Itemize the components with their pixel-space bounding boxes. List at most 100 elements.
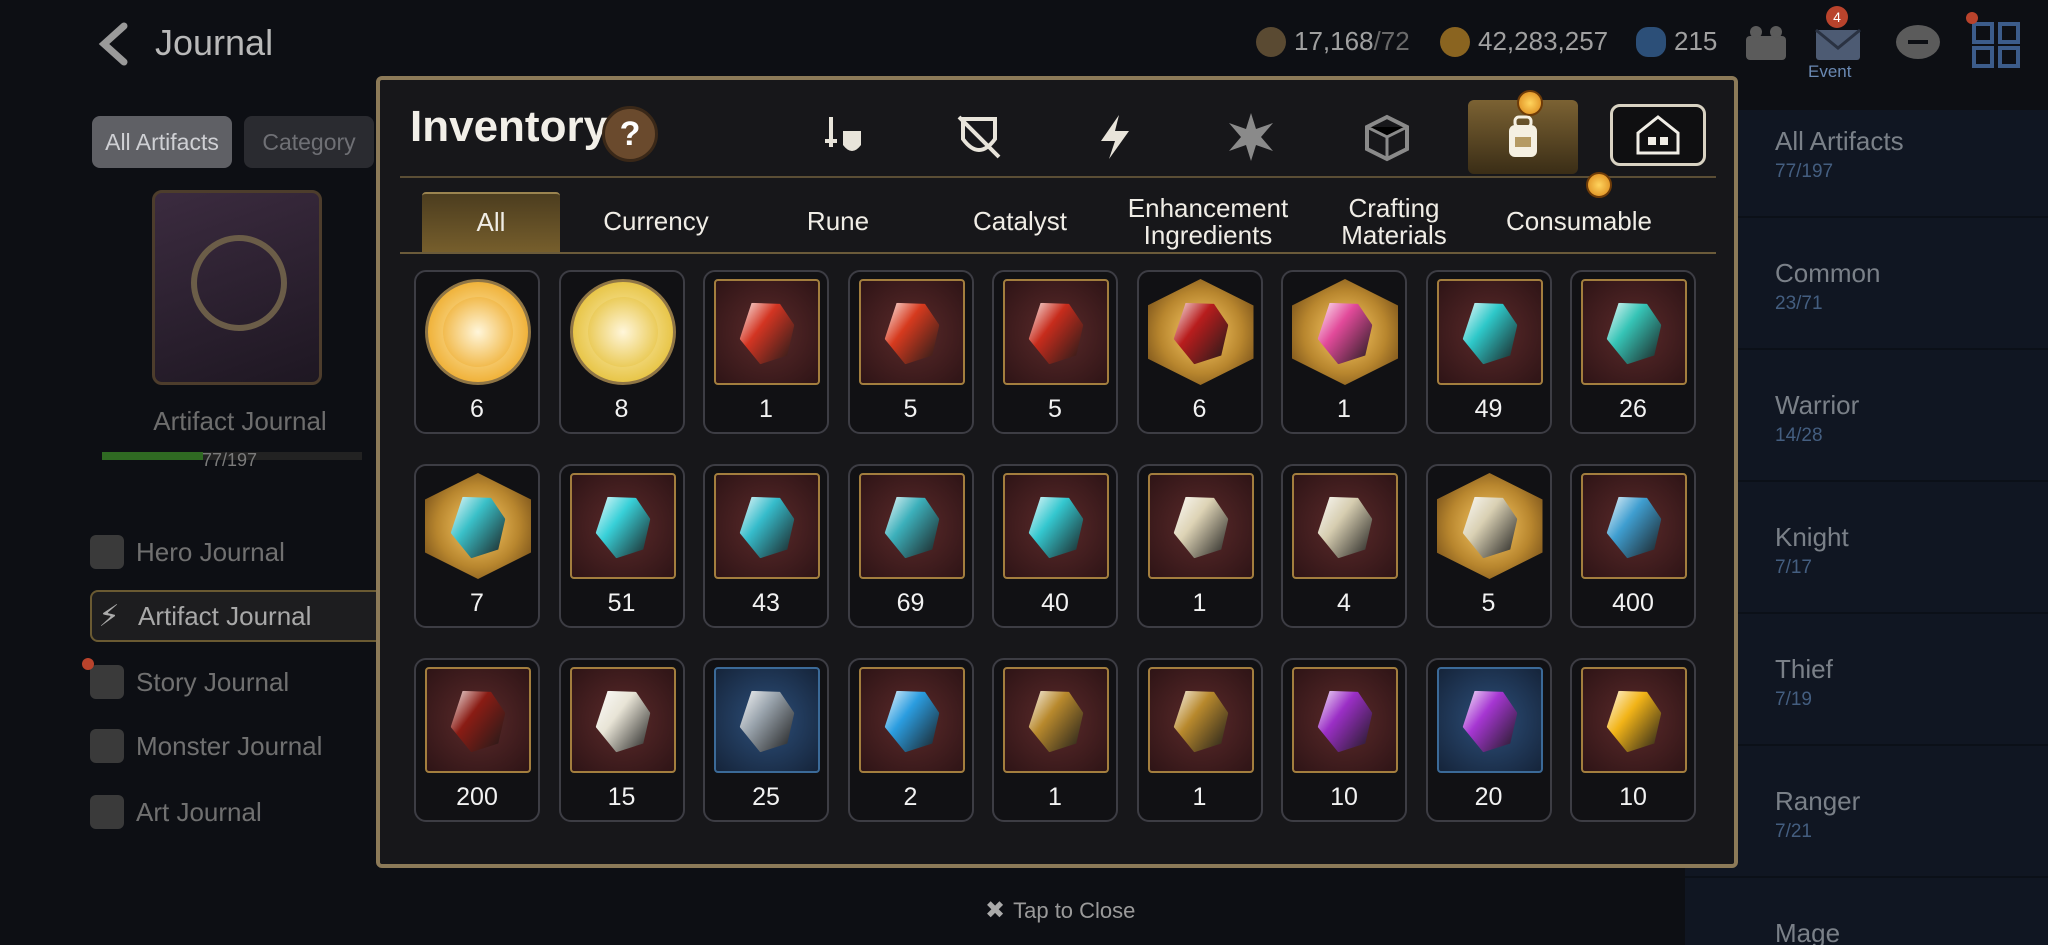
category-knight[interactable]: Knight 7/17 bbox=[1775, 522, 1849, 579]
backpack-notification-dot bbox=[1517, 90, 1543, 116]
inventory-item[interactable]: 20 bbox=[1425, 658, 1552, 822]
inventory-item[interactable]: 6 bbox=[414, 270, 540, 434]
subtab-rune[interactable]: Rune bbox=[752, 192, 924, 252]
red-star-rune-icon bbox=[1147, 279, 1254, 385]
mail-icon[interactable]: 4 Event bbox=[1808, 6, 1864, 81]
lightning-icon[interactable] bbox=[1060, 100, 1170, 174]
inventory-item[interactable]: 200 bbox=[414, 658, 540, 822]
inventory-item[interactable]: 1 bbox=[992, 658, 1118, 822]
red-core-gem-icon bbox=[425, 667, 531, 773]
category-mage[interactable]: Mage bbox=[1775, 918, 1840, 945]
inventory-item[interactable]: 43 bbox=[703, 464, 829, 628]
crystal-icon bbox=[1636, 26, 1666, 57]
red-t-rune-icon bbox=[858, 279, 965, 385]
item-quantity: 43 bbox=[752, 589, 780, 617]
help-button[interactable]: ? bbox=[602, 106, 658, 162]
inventory-item[interactable]: 15 bbox=[558, 658, 685, 822]
tap-to-close[interactable]: ✖ Tap to Close bbox=[985, 896, 1135, 925]
inventory-item[interactable]: 1 bbox=[1136, 658, 1263, 822]
yellow-sword-rune-icon bbox=[1581, 279, 1687, 385]
inventory-item[interactable]: 5 bbox=[1425, 464, 1552, 628]
item-quantity: 1 bbox=[1192, 589, 1207, 617]
cyan-star-rune-icon bbox=[425, 473, 531, 579]
starburst-icon[interactable] bbox=[1196, 100, 1306, 174]
hero-icon bbox=[90, 535, 124, 569]
inventory-item[interactable]: 5 bbox=[847, 270, 974, 434]
gold-icon bbox=[1440, 26, 1470, 57]
item-quantity: 40 bbox=[1041, 589, 1069, 617]
gold-chest-icon bbox=[1003, 667, 1109, 773]
item-quantity: 49 bbox=[1474, 395, 1503, 423]
inventory-item[interactable]: 7 bbox=[414, 464, 540, 628]
category-all-artifacts[interactable]: All Artifacts 77/197 bbox=[1775, 126, 1904, 183]
menu-hero-journal[interactable]: Hero Journal bbox=[90, 526, 390, 578]
inventory-item[interactable]: 6 bbox=[1136, 270, 1263, 434]
crystal-value: 215 bbox=[1674, 26, 1718, 56]
inventory-item[interactable]: 25 bbox=[703, 658, 829, 822]
book-label: Artifact Journal bbox=[153, 406, 327, 436]
inventory-item[interactable]: 10 bbox=[1281, 658, 1407, 822]
category-common[interactable]: Common 23/71 bbox=[1775, 258, 1880, 315]
cyan-boot-rune-icon bbox=[569, 473, 676, 579]
subtab-crafting-materials[interactable]: Crafting Materials bbox=[1308, 192, 1480, 252]
menu-art-journal[interactable]: Art Journal bbox=[90, 786, 390, 838]
mail-badge: 4 bbox=[1826, 6, 1848, 28]
pink-potion-icon bbox=[1292, 279, 1398, 385]
inventory-modal: Inventory ? All Currency Rune Catalyst E… bbox=[376, 76, 1738, 868]
filter-category[interactable]: Category bbox=[244, 116, 374, 168]
consumable-notification-dot bbox=[1586, 172, 1612, 198]
inventory-item[interactable]: 10 bbox=[1570, 658, 1696, 822]
subtab-all[interactable]: All bbox=[422, 192, 560, 252]
purple-moon-triangle-icon bbox=[1436, 667, 1543, 773]
dark-shard-icon bbox=[1581, 473, 1687, 579]
inventory-item[interactable]: 5 bbox=[992, 270, 1118, 434]
category-thief[interactable]: Thief 7/19 bbox=[1775, 654, 1833, 711]
category-warrior[interactable]: Warrior 14/28 bbox=[1775, 390, 1859, 447]
page-title: Journal bbox=[155, 22, 274, 63]
event-label: Event bbox=[1808, 62, 1852, 81]
inventory-item[interactable]: 1 bbox=[703, 270, 829, 434]
item-quantity: 6 bbox=[1192, 395, 1207, 423]
green-cat-coin-icon bbox=[569, 279, 676, 385]
gold-chest-icon bbox=[1147, 667, 1254, 773]
dice-icon[interactable] bbox=[1332, 100, 1442, 174]
sword-shield-icon[interactable] bbox=[788, 100, 898, 174]
inventory-item[interactable]: 4 bbox=[1281, 464, 1407, 628]
inventory-item[interactable]: 1 bbox=[1136, 464, 1263, 628]
inventory-item[interactable]: 51 bbox=[558, 464, 685, 628]
yellow-t-rune-icon bbox=[858, 473, 965, 579]
stamina-value: 17,168 bbox=[1294, 26, 1374, 56]
subtab-catalyst[interactable]: Catalyst bbox=[934, 192, 1106, 252]
gold-value: 42,283,257 bbox=[1478, 26, 1609, 56]
crystal-resource: 215 bbox=[1636, 26, 1717, 57]
inventory-item[interactable]: 49 bbox=[1425, 270, 1552, 434]
item-quantity: 1 bbox=[1192, 783, 1207, 811]
cyan-sword-rune-icon bbox=[1003, 473, 1109, 579]
filter-all-artifacts[interactable]: All Artifacts bbox=[92, 116, 232, 168]
broken-shield-icon[interactable] bbox=[924, 100, 1034, 174]
subtab-enhancement-ingredients[interactable]: Enhancement Ingredients bbox=[1116, 192, 1300, 252]
inventory-item[interactable]: 2 bbox=[847, 658, 974, 822]
menu-story-journal[interactable]: Story Journal bbox=[82, 656, 390, 708]
menu-grid-icon[interactable] bbox=[1966, 12, 2022, 70]
inventory-item[interactable]: 8 bbox=[558, 270, 685, 434]
inventory-item[interactable]: 1 bbox=[1281, 270, 1407, 434]
subtab-currency[interactable]: Currency bbox=[570, 192, 742, 252]
menu-artifact-journal[interactable]: ⚡ Artifact Journal bbox=[90, 590, 390, 642]
category-ranger[interactable]: Ranger 7/21 bbox=[1775, 786, 1860, 843]
house-icon[interactable] bbox=[1610, 104, 1706, 166]
chat-icon[interactable] bbox=[1892, 18, 1944, 70]
inventory-item[interactable]: 69 bbox=[847, 464, 974, 628]
team-icon[interactable] bbox=[1740, 18, 1792, 70]
item-quantity: 2 bbox=[903, 783, 918, 811]
purple-moon-gem-icon bbox=[1292, 667, 1398, 773]
inventory-item[interactable]: 400 bbox=[1570, 464, 1696, 628]
menu-monster-journal[interactable]: Monster Journal bbox=[90, 720, 390, 772]
inventory-item[interactable]: 40 bbox=[992, 464, 1118, 628]
back-arrow-icon[interactable] bbox=[92, 20, 140, 68]
inventory-item[interactable]: 26 bbox=[1570, 270, 1696, 434]
gold-coin-icon bbox=[1581, 667, 1687, 773]
lightning-icon: ⚡ bbox=[98, 600, 120, 633]
menu-notification-dot bbox=[1966, 12, 1978, 24]
subtab-consumable[interactable]: Consumable bbox=[1486, 192, 1672, 252]
